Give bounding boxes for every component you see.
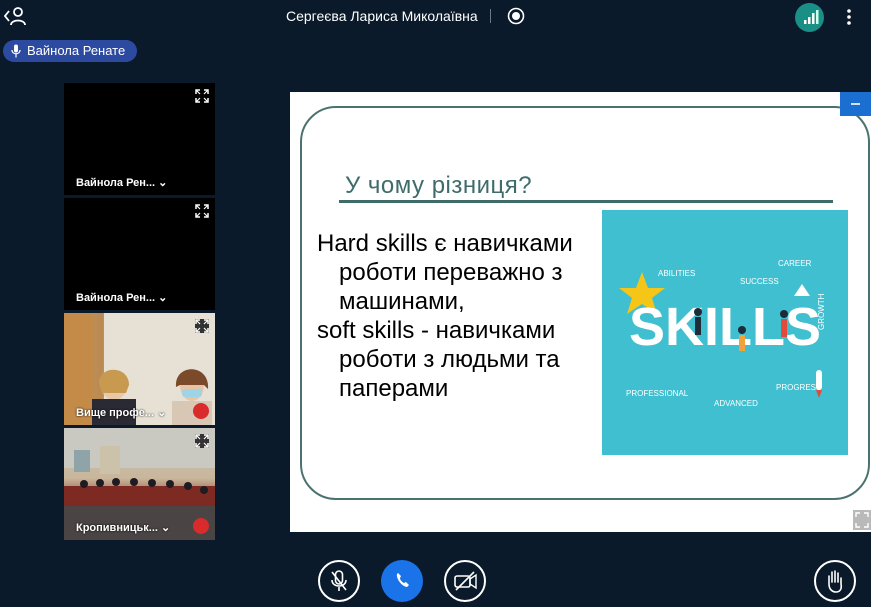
participant-tile[interactable]: Вайнола Рен... ⌄ (64, 83, 215, 195)
camera-toggle-button[interactable] (444, 560, 486, 602)
expand-icon[interactable] (195, 319, 209, 333)
slide-paragraph: soft skills - навичками роботи з людьми … (317, 317, 560, 402)
label-success: SUCCESS (740, 277, 779, 286)
more-options-icon[interactable] (842, 8, 856, 26)
expand-icon (855, 512, 869, 528)
participant-name[interactable]: Кропивницьк... ⌄ (76, 521, 170, 534)
mic-off-icon (331, 570, 347, 591)
divider (490, 9, 491, 23)
mic-toggle-button[interactable] (318, 560, 360, 602)
shared-screen: У чому різниця? Hard skills є навичками … (290, 92, 871, 532)
slide-paragraph: Hard skills є навичками роботи переважно… (317, 230, 573, 315)
back-participants-icon[interactable] (4, 6, 26, 26)
label-progress: PROGRESS (776, 383, 821, 392)
label-professional: PROFESSIONAL (626, 389, 689, 398)
muted-mic-icon (193, 403, 209, 419)
active-speaker-name: Вайнола Ренате (27, 43, 126, 58)
muted-mic-icon (193, 518, 209, 534)
record-icon[interactable] (507, 7, 525, 25)
expand-icon[interactable] (195, 204, 209, 218)
expand-icon[interactable] (195, 89, 209, 103)
call-button[interactable] (381, 560, 423, 602)
network-signal-icon[interactable] (795, 3, 824, 32)
expand-icon[interactable] (195, 434, 209, 448)
minus-icon (851, 103, 860, 105)
skills-illustration: SKILLS ABILITIES SUCCESS CAREER PROFESSI… (602, 210, 848, 455)
participant-tile-video[interactable]: Кропивницьк... ⌄ (64, 428, 215, 540)
minimize-button[interactable] (840, 92, 871, 116)
raise-hand-button[interactable] (814, 560, 856, 602)
top-bar: Сергеєва Лариса Миколаївна (0, 0, 871, 34)
participant-name[interactable]: Вайнола Рен... ⌄ (76, 291, 167, 304)
presenter-name: Сергеєва Лариса Миколаївна (286, 8, 478, 24)
slide-divider (339, 200, 833, 203)
fullscreen-button[interactable] (853, 510, 871, 530)
raise-hand-icon (828, 570, 843, 593)
camera-off-icon (454, 571, 477, 591)
label-growth: GROWTH (817, 293, 826, 330)
label-career: CAREER (778, 259, 812, 268)
participant-name[interactable]: Вище профе... ⌄ (76, 406, 166, 419)
slide-title: У чому різниця? (345, 172, 533, 199)
participant-name[interactable]: Вайнола Рен... ⌄ (76, 176, 167, 189)
active-speaker-badge: Вайнола Ренате (3, 40, 138, 62)
skills-illustration-art: SKILLS ABILITIES SUCCESS CAREER PROFESSI… (619, 259, 826, 408)
participant-tile-video[interactable]: Вище профе... ⌄ (64, 313, 215, 425)
slide-body: Hard skills є навичками роботи переважно… (317, 229, 607, 403)
skills-word: SKILLS (629, 297, 821, 357)
participant-tile[interactable]: Вайнола Рен... ⌄ (64, 198, 215, 310)
label-advanced: ADVANCED (714, 399, 758, 408)
phone-icon (396, 573, 409, 587)
label-abilities: ABILITIES (658, 269, 695, 278)
mic-icon (11, 44, 21, 58)
